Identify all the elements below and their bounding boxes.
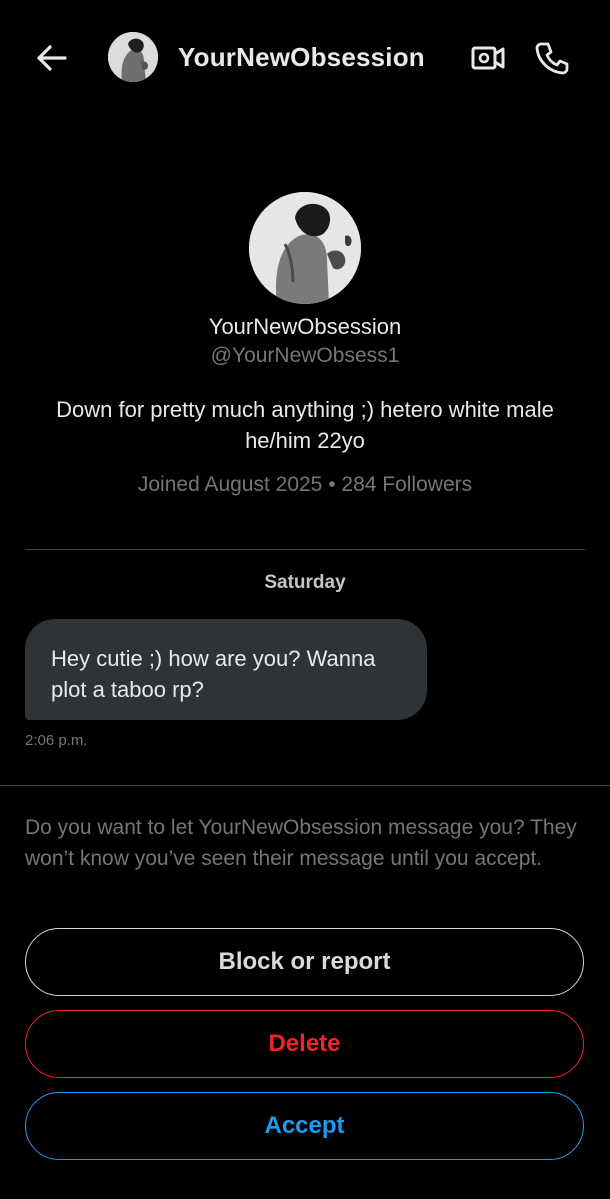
video-call-button[interactable]	[466, 38, 510, 78]
avatar-image	[249, 192, 361, 304]
video-camera-icon	[471, 46, 505, 70]
header-title[interactable]: YourNewObsession	[178, 42, 425, 73]
divider	[25, 549, 585, 550]
profile-bio: Down for pretty much anything ;) hetero …	[56, 397, 554, 453]
message-request-prompt: Do you want to let YourNewObsession mess…	[25, 816, 577, 870]
day-separator: Saturday	[264, 572, 346, 593]
voice-call-button[interactable]	[530, 36, 574, 80]
divider	[0, 785, 610, 786]
delete-button[interactable]: Delete	[25, 1010, 584, 1078]
dm-request-screen: YourNewObsession YourNewObsession @YourN…	[0, 0, 610, 1199]
profile-name: YourNewObsession	[208, 314, 402, 339]
message-timestamp: 2:06 p.m.	[25, 732, 88, 749]
block-or-report-button[interactable]: Block or report	[25, 928, 584, 996]
profile-handle: @YourNewObsess1	[210, 344, 400, 367]
back-button[interactable]	[30, 38, 74, 78]
profile-avatar[interactable]	[249, 192, 361, 304]
conversation-header: YourNewObsession	[0, 0, 610, 116]
message-bubble[interactable]: Hey cutie ;) how are you? Wanna plot a t…	[25, 619, 427, 720]
arrow-left-icon	[37, 45, 67, 71]
accept-button[interactable]: Accept	[25, 1092, 584, 1160]
header-avatar[interactable]	[108, 32, 158, 82]
phone-icon	[535, 42, 569, 75]
avatar-image	[108, 32, 158, 82]
profile-meta: Joined August 2025 • 284 Followers	[137, 473, 473, 496]
